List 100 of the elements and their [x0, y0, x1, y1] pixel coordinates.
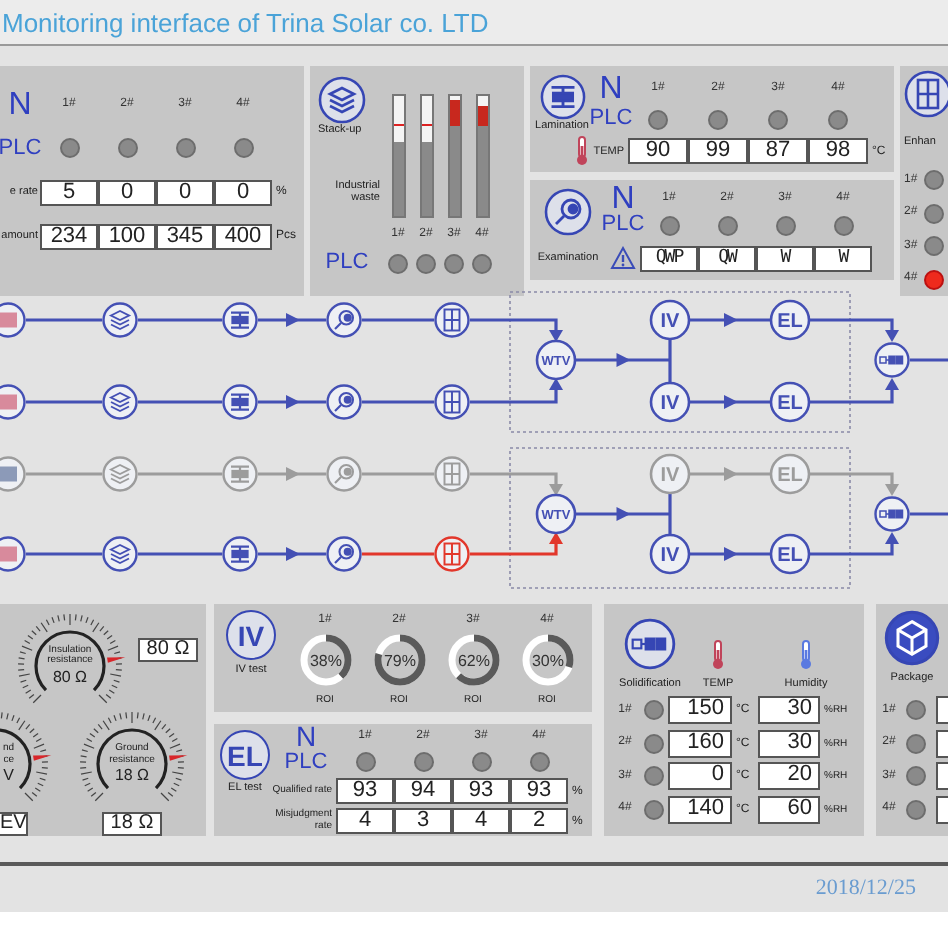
flow-line	[362, 400, 434, 404]
value-field: 18 Ω	[102, 812, 162, 836]
value-field: 400	[214, 223, 272, 249]
value-field: 87	[748, 138, 808, 164]
value-field: 4	[336, 808, 394, 834]
magnifier-node	[326, 302, 362, 338]
flow-arrow	[689, 467, 771, 481]
value-field: 20	[758, 762, 820, 791]
value-field: 0	[156, 179, 214, 205]
laminator-node	[222, 384, 258, 420]
magnifier-node	[326, 456, 362, 492]
flow-arrow	[470, 378, 563, 404]
n-label: N	[8, 89, 32, 119]
layers-node	[102, 456, 138, 492]
flow-arrow	[809, 318, 899, 342]
ring-reading: 62%	[457, 651, 489, 669]
plc-label: PLC	[601, 214, 645, 236]
laminator-node	[222, 456, 258, 492]
flow-line	[26, 472, 102, 476]
value-field: 345	[156, 223, 214, 249]
value-field: 0	[668, 762, 732, 791]
value-field: 3	[394, 808, 452, 834]
n-label: N	[611, 184, 635, 214]
value-field	[936, 795, 948, 824]
value-field: 60	[758, 795, 820, 824]
value-field	[936, 762, 948, 791]
warning-icon	[610, 246, 636, 270]
flow-line	[138, 318, 222, 322]
flow-line	[138, 400, 222, 404]
flow-arrow	[470, 472, 563, 496]
flow-arrow	[809, 378, 899, 404]
flow-arrow	[575, 353, 670, 367]
value-field: 234	[40, 223, 98, 249]
value-field: QWP	[640, 245, 698, 271]
el-node: EL	[769, 299, 811, 341]
thermometer-icon	[710, 640, 726, 670]
ring-reading: 30%	[531, 651, 563, 669]
laminator-node	[222, 302, 258, 338]
value-field: 2	[510, 808, 568, 834]
iv-node: IV	[649, 533, 691, 575]
flow-arrow	[258, 547, 326, 561]
flow-arrow	[575, 507, 670, 521]
thermometer-icon	[573, 136, 590, 166]
flow-arrow	[689, 547, 771, 561]
flow-line	[362, 318, 434, 322]
window-title: Monitoring interface of Trina Solar co. LTD	[2, 8, 489, 38]
module-icon	[624, 618, 676, 670]
value-field: 80 Ω	[138, 637, 198, 661]
value-field: 5	[40, 179, 98, 205]
gauge-reading: 80 Ω	[52, 667, 88, 685]
layers-node	[102, 536, 138, 572]
value-field: 93	[336, 778, 394, 804]
value-field: 160	[668, 729, 732, 758]
thermometer-icon	[798, 640, 814, 670]
frame-icon	[904, 70, 948, 118]
flow-line	[26, 318, 102, 322]
value-field: QW	[698, 245, 756, 271]
value-field: 93	[452, 778, 510, 804]
date-label: 2018/12/25	[815, 875, 916, 899]
ring-reading: 79%	[383, 651, 415, 669]
laminator-icon	[539, 74, 585, 120]
value-field	[936, 696, 948, 725]
n-label: N	[599, 74, 623, 104]
value-field: 150	[668, 696, 732, 725]
flow-line	[668, 493, 672, 535]
value-field: 100	[98, 223, 156, 249]
flow-arrow	[809, 532, 899, 556]
flow-line	[26, 400, 102, 404]
ring-reading: 38%	[309, 651, 341, 669]
plc-label: PLC	[0, 137, 42, 159]
magnifier-icon	[544, 188, 592, 236]
flow-line	[910, 358, 948, 362]
value-field: 94	[394, 778, 452, 804]
flow-line	[138, 552, 222, 556]
value-field: 0	[98, 179, 156, 205]
module-node	[874, 496, 910, 532]
plc-label: PLC	[325, 252, 369, 274]
el-node: EL	[769, 453, 811, 495]
layers-node	[102, 302, 138, 338]
el-node: EL	[769, 533, 811, 575]
layers-node	[102, 384, 138, 420]
value-field: 98	[808, 138, 868, 164]
n-label: N	[295, 726, 317, 748]
flow-arrow	[258, 313, 326, 327]
flow-line	[910, 512, 948, 516]
flow-line	[362, 472, 434, 476]
laminator-node	[222, 536, 258, 572]
gauge-reading: V	[3, 766, 14, 784]
value-field: 93	[510, 778, 568, 804]
test-emblem: IV	[226, 610, 276, 660]
value-field: W	[756, 245, 814, 271]
value-field: 90	[628, 138, 688, 164]
flow-line	[138, 472, 222, 476]
plc-label: PLC	[589, 108, 633, 130]
flow-arrow	[689, 313, 771, 327]
flow-line	[362, 552, 434, 556]
flow-line	[668, 339, 672, 383]
flow-arrow	[470, 532, 563, 556]
flow-arrow	[809, 472, 899, 496]
magnifier-node	[326, 384, 362, 420]
